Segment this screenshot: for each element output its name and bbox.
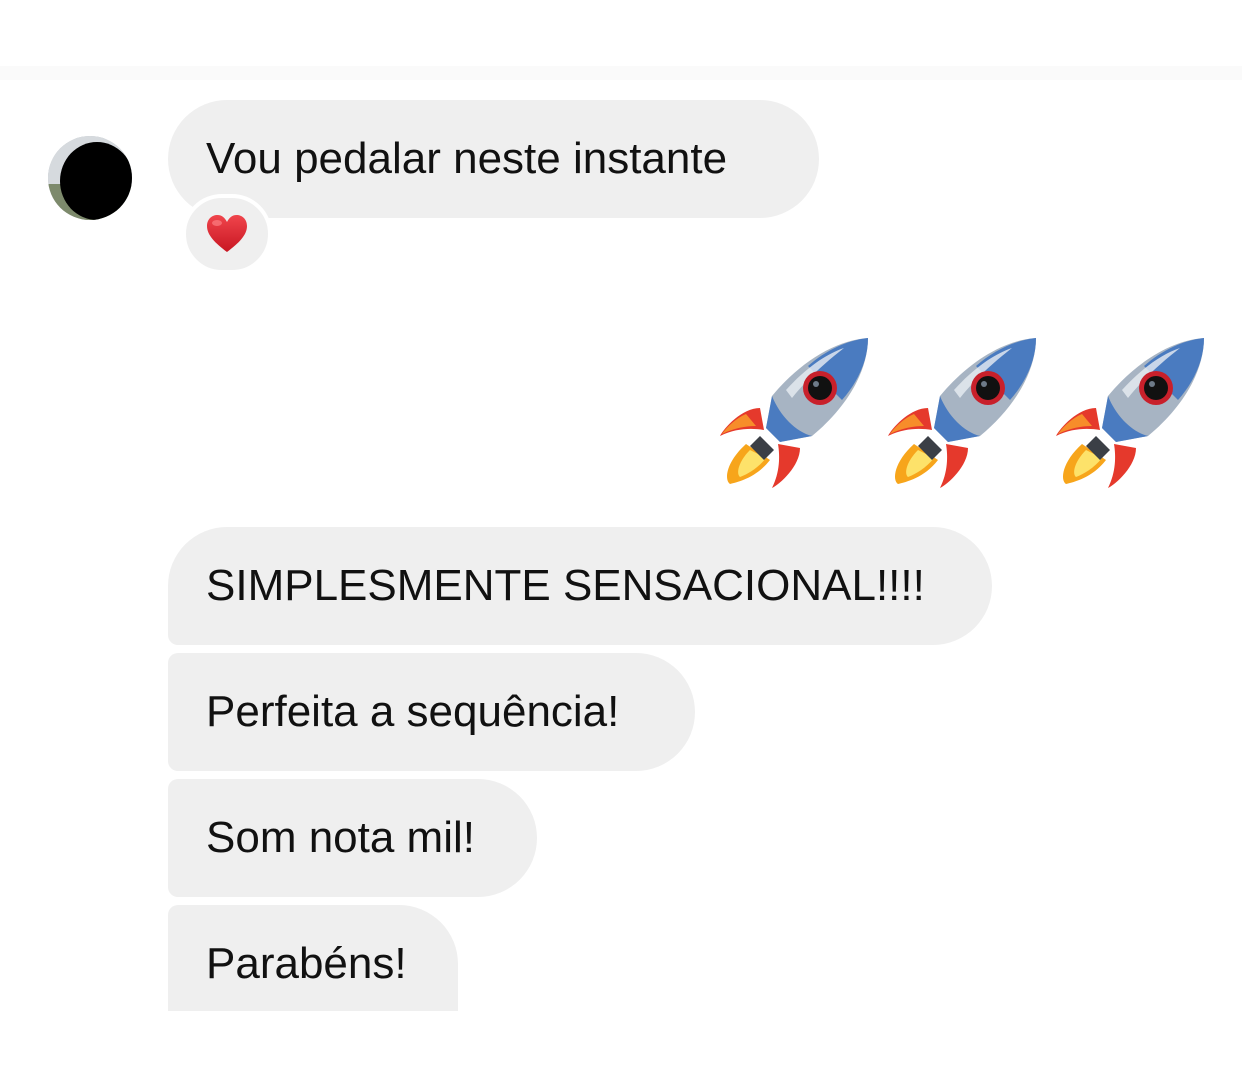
message-text: Vou pedalar neste instante bbox=[206, 134, 728, 183]
message-reaction[interactable] bbox=[182, 194, 272, 274]
sent-emoji-message[interactable] bbox=[716, 332, 1216, 492]
message-bubble[interactable]: Vou pedalar neste instante bbox=[168, 100, 819, 218]
header-divider bbox=[0, 66, 1242, 80]
message-text: Perfeita a sequência! bbox=[206, 687, 620, 736]
message-bubble[interactable]: SIMPLESMENTE SENSACIONAL!!!! bbox=[168, 527, 992, 645]
message-bubble[interactable]: Perfeita a sequência! bbox=[168, 653, 695, 771]
message-text: Parabéns! bbox=[206, 939, 407, 988]
message-text: Som nota mil! bbox=[206, 813, 475, 862]
rocket-icon bbox=[1056, 338, 1204, 488]
message-bubble[interactable]: Som nota mil! bbox=[168, 779, 537, 897]
heart-icon bbox=[207, 215, 247, 252]
rocket-icon bbox=[888, 338, 1036, 488]
message-bubble[interactable]: Parabéns! bbox=[168, 905, 458, 1011]
avatar-redaction bbox=[60, 142, 132, 220]
rocket-icon bbox=[720, 338, 868, 488]
avatar[interactable] bbox=[48, 136, 132, 220]
message-text: SIMPLESMENTE SENSACIONAL!!!! bbox=[206, 561, 925, 610]
